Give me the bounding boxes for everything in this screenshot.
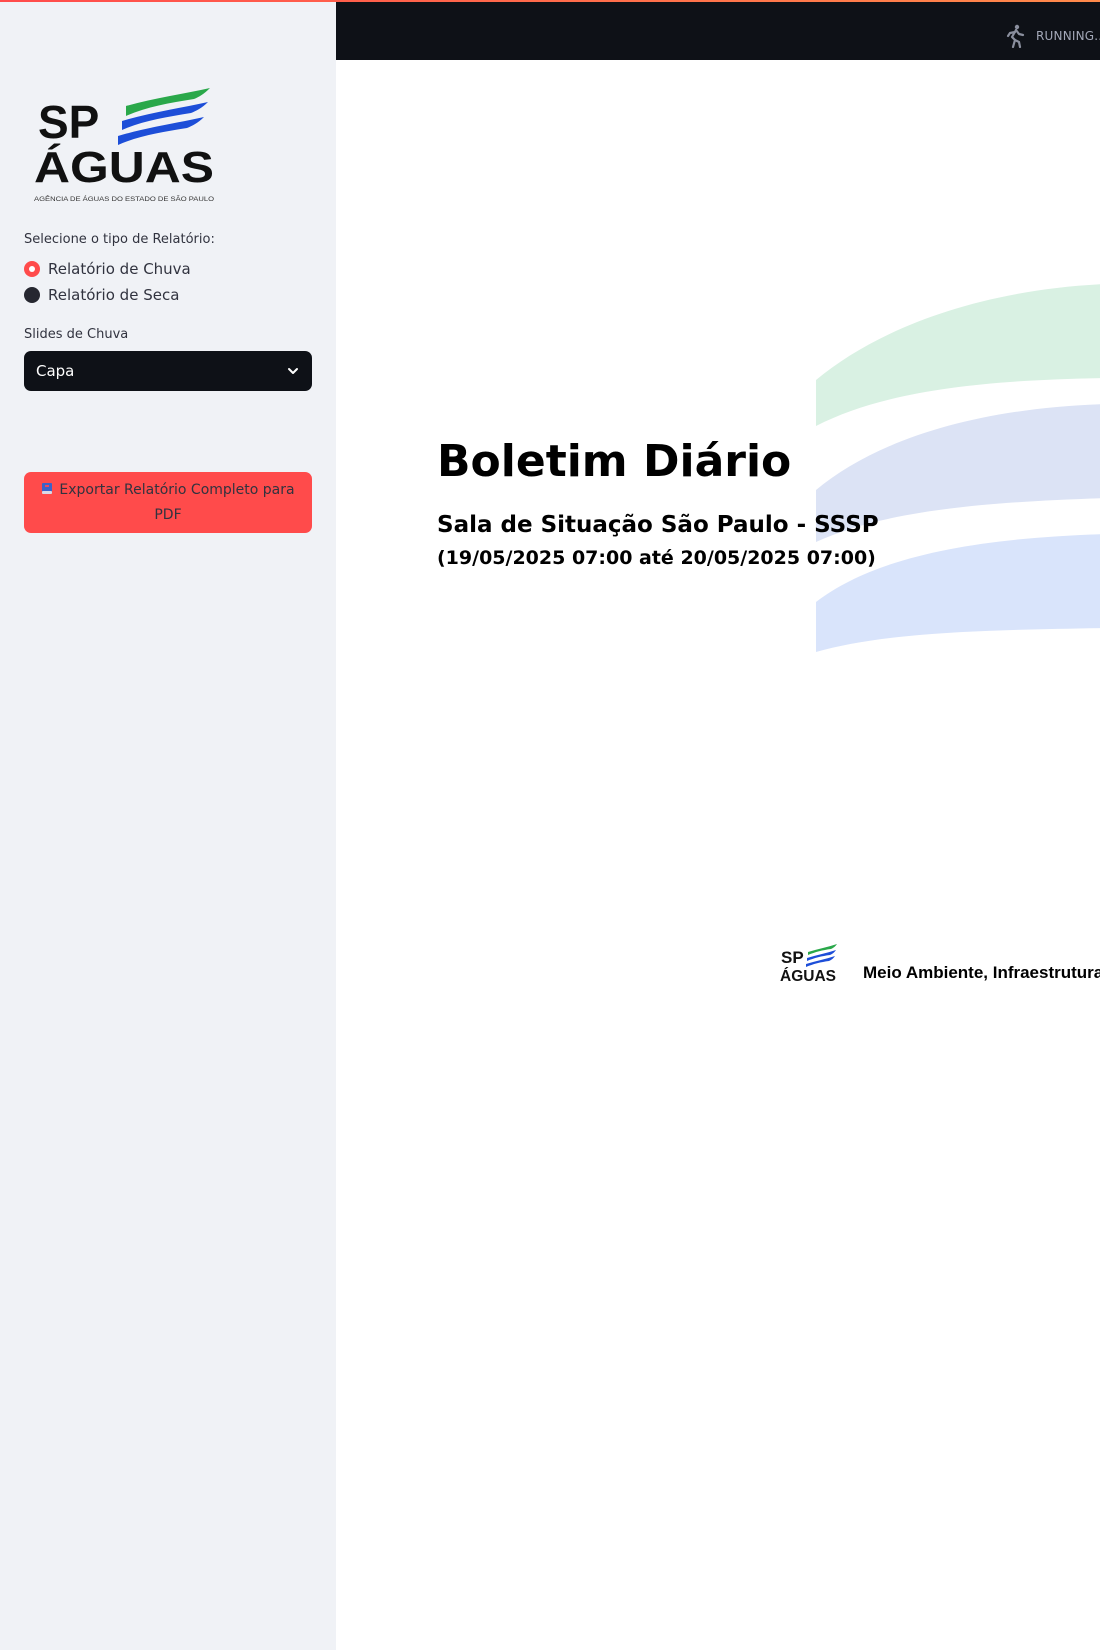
slide-period: (19/05/2025 07:00 até 20/05/2025 07:00) xyxy=(437,547,876,569)
sp-aguas-logo: SP ÁGUAS AGÊNCIA DE ÁGUAS DO ESTADO DE S… xyxy=(34,88,214,203)
slides-select[interactable]: Capa xyxy=(24,351,312,391)
slide-subtitle: Sala de Situação São Paulo - SSSP xyxy=(437,512,879,538)
svg-text:ÁGUAS: ÁGUAS xyxy=(34,142,214,192)
app-window: SP ÁGUAS AGÊNCIA DE ÁGUAS DO ESTADO DE S… xyxy=(0,0,1100,1650)
slides-select-value: Capa xyxy=(36,362,75,380)
running-status-text: RUNNING... xyxy=(1036,29,1100,43)
radio-option-seca[interactable]: Relatório de Seca xyxy=(24,286,179,304)
slide-title: Boletim Diário xyxy=(437,436,792,487)
running-status: RUNNING... xyxy=(1004,24,1100,48)
radio-selected-icon xyxy=(24,261,40,277)
top-accent-bar xyxy=(0,0,1100,2)
radio-option-label: Relatório de Seca xyxy=(48,286,180,304)
radio-option-label: Relatório de Chuva xyxy=(48,260,191,278)
report-type-label: Selecione o tipo de Relatório: xyxy=(24,232,215,247)
export-pdf-label: Exportar Relatório Completo para PDF xyxy=(59,481,295,523)
runner-icon xyxy=(1006,24,1025,48)
app-header: RUNNING... xyxy=(336,2,1100,60)
export-pdf-button[interactable]: Exportar Relatório Completo para PDF xyxy=(24,472,312,533)
svg-text:SP: SP xyxy=(38,96,99,148)
slides-select-label: Slides de Chuva xyxy=(24,327,129,342)
slide-footer-text: Meio Ambiente, Infraestrutura xyxy=(863,963,1100,982)
radio-option-chuva[interactable]: Relatório de Chuva xyxy=(24,260,191,278)
svg-text:AGÊNCIA DE ÁGUAS DO ESTADO DE: AGÊNCIA DE ÁGUAS DO ESTADO DE SÃO PAULO xyxy=(34,194,214,203)
wave-decoration xyxy=(816,284,1100,652)
sidebar: SP ÁGUAS AGÊNCIA DE ÁGUAS DO ESTADO DE S… xyxy=(0,0,336,1650)
svg-text:ÁGUAS: ÁGUAS xyxy=(780,966,836,984)
svg-text:SP: SP xyxy=(781,948,804,967)
book-icon xyxy=(42,482,53,494)
radio-unselected-icon xyxy=(24,287,40,303)
chevron-down-icon xyxy=(288,368,298,374)
slide-canvas: Boletim Diário Sala de Situação São Paul… xyxy=(336,60,1100,1650)
footer-sp-aguas-logo: SP ÁGUAS xyxy=(780,944,837,984)
